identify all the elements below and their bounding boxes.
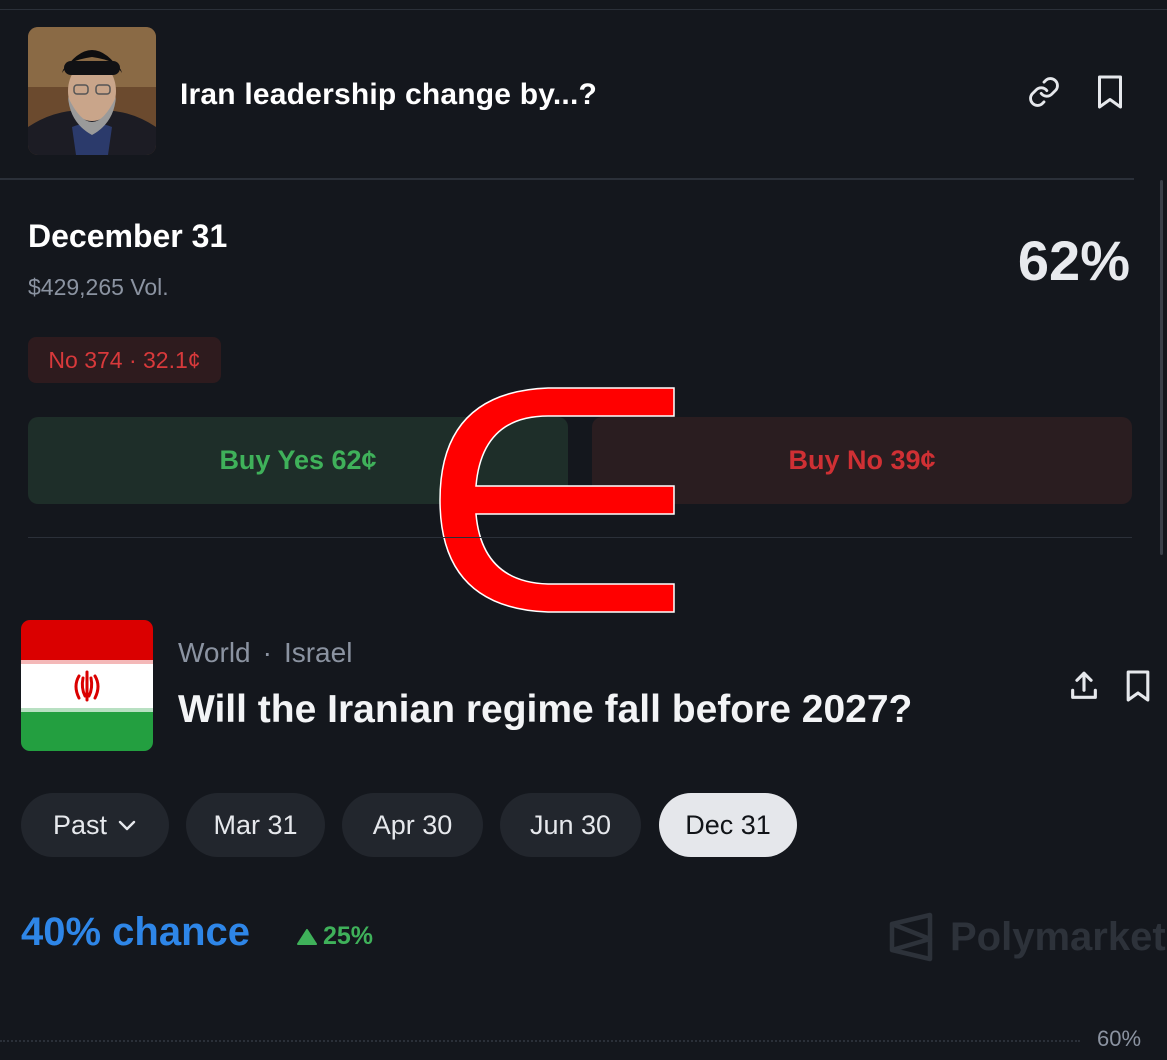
market-title: Iran leadership change by...? xyxy=(180,78,598,111)
triangle-up-icon xyxy=(297,928,317,945)
polymarket-logo-icon xyxy=(888,912,934,962)
link-icon[interactable] xyxy=(1024,72,1064,112)
filter-mar-31[interactable]: Mar 31 xyxy=(186,793,325,857)
chevron-down-icon xyxy=(117,818,137,832)
chance-value: 40% chance xyxy=(21,910,251,954)
section-divider xyxy=(28,537,1132,538)
position-badge[interactable]: No 374 · 32.1¢ xyxy=(28,337,221,383)
bookmark-icon[interactable] xyxy=(1118,666,1158,706)
scrollbar[interactable] xyxy=(1160,180,1163,555)
filter-dec-31[interactable]: Dec 31 xyxy=(659,793,797,857)
filter-label: Past xyxy=(52,809,108,840)
filter-past-dropdown[interactable]: Past xyxy=(21,793,169,857)
category-link[interactable]: World xyxy=(178,637,251,668)
chance-change-value: 25% xyxy=(323,922,374,950)
outcome-percent: 62% xyxy=(1017,229,1130,292)
avatar xyxy=(28,27,156,155)
chart-axis-label: 60% xyxy=(1097,1026,1142,1051)
tag-link[interactable]: Israel xyxy=(284,637,352,668)
header-divider xyxy=(0,178,1134,180)
brand-name: Polymarket xyxy=(950,914,1166,959)
breadcrumb-separator: · xyxy=(262,637,272,668)
breadcrumb: World · Israel xyxy=(178,637,352,669)
market-header: Iran leadership change by...? xyxy=(0,10,1167,178)
event-title: Will the Iranian regime fall before 2027… xyxy=(178,688,913,731)
outcome-date: December 31 xyxy=(28,218,228,254)
polymarket-watermark: Polymarket xyxy=(888,912,1166,962)
outcome-volume: $429,265 Vol. xyxy=(28,274,169,300)
filter-apr-30[interactable]: Apr 30 xyxy=(342,793,483,857)
filter-jun-30[interactable]: Jun 30 xyxy=(500,793,641,857)
chance-change: 25% xyxy=(297,922,373,951)
bookmark-icon[interactable] xyxy=(1090,72,1130,112)
share-icon[interactable] xyxy=(1064,666,1104,706)
iran-flag-icon xyxy=(21,620,153,751)
chart-gridline xyxy=(0,1040,1080,1042)
red-epsilon-overlay xyxy=(438,386,678,616)
